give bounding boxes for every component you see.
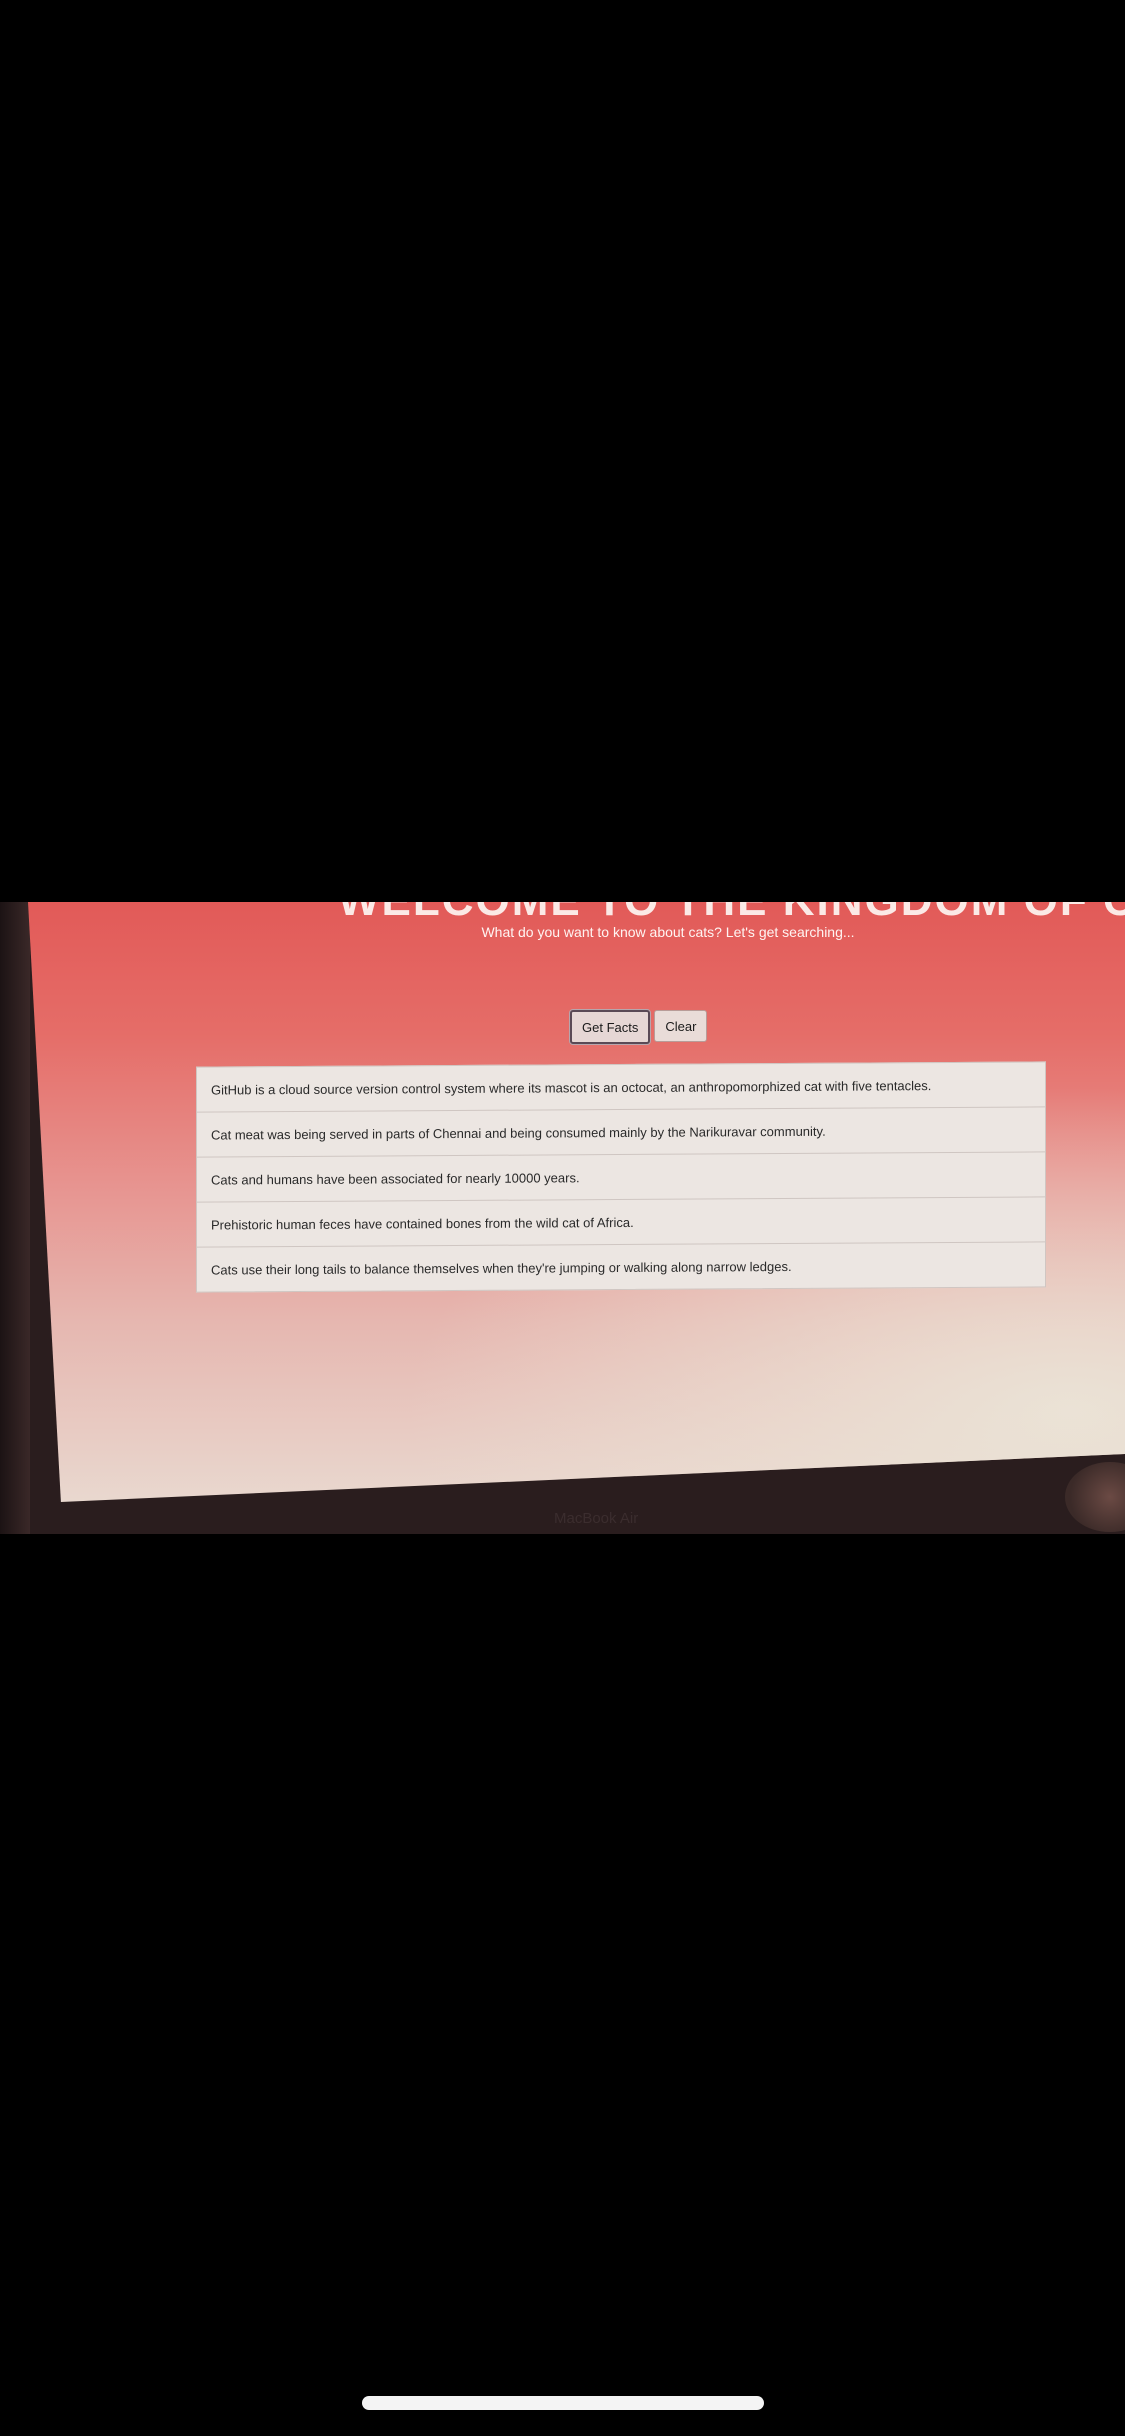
clear-button[interactable]: Clear	[654, 1010, 708, 1042]
get-facts-button[interactable]: Get Facts	[570, 1010, 651, 1044]
fact-item: Cats and humans have been associated for…	[197, 1152, 1045, 1203]
laptop-brand-label: MacBook Air	[554, 1510, 639, 1527]
button-row: Get Facts Clear	[570, 1010, 708, 1044]
finger-in-photo	[1065, 1462, 1125, 1532]
home-indicator[interactable]	[362, 2396, 764, 2410]
fact-item: Cat meat was being served in parts of Ch…	[197, 1107, 1045, 1158]
phone-screen: WELCOME TO THE KINGDOM OF CATS. What do …	[0, 0, 1125, 2436]
page-subtitle: What do you want to know about cats? Let…	[481, 924, 855, 940]
laptop-bezel	[0, 902, 30, 1534]
fact-item: GitHub is a cloud source version control…	[197, 1062, 1045, 1113]
page-title: WELCOME TO THE KINGDOM OF CATS.	[338, 902, 1125, 926]
fact-item: Cats use their long tails to balance the…	[211, 1258, 792, 1278]
photo-of-laptop: WELCOME TO THE KINGDOM OF CATS. What do …	[0, 902, 1125, 1534]
fact-item: Prehistoric human feces have contained b…	[197, 1197, 1045, 1248]
laptop-screen: WELCOME TO THE KINGDOM OF CATS. What do …	[28, 902, 1125, 1502]
facts-list: GitHub is a cloud source version control…	[196, 1061, 1046, 1293]
